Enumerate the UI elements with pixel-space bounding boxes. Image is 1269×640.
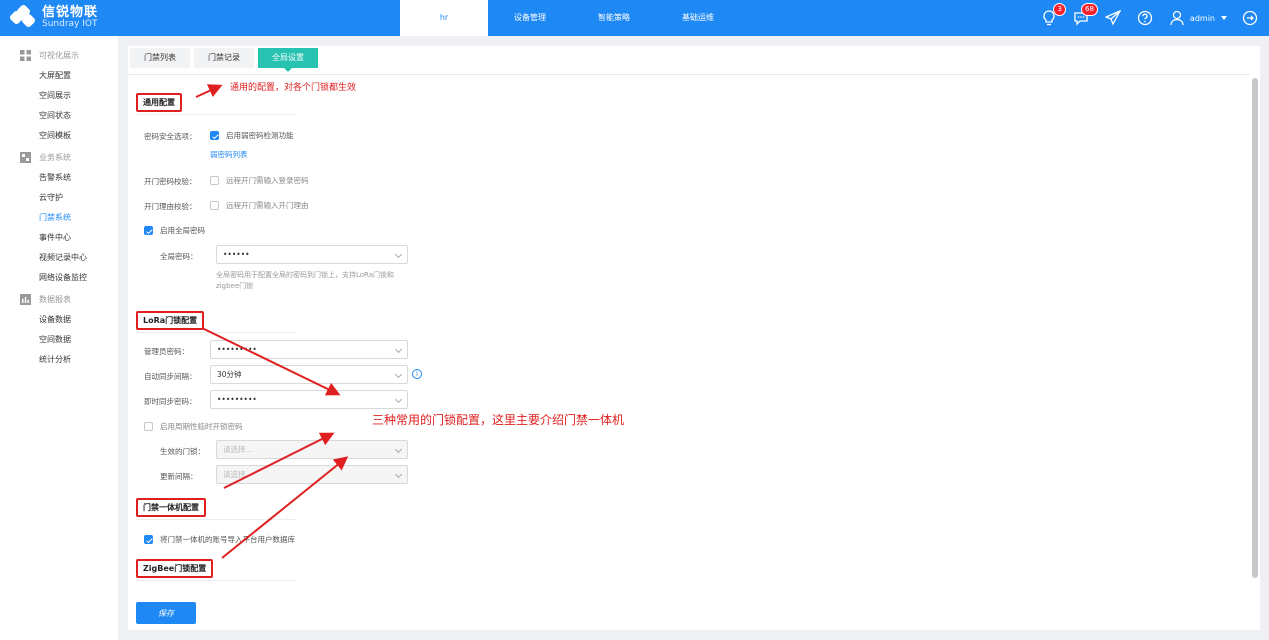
auto-sync-label: 自动同步间隔： — [144, 372, 197, 381]
tab-access-list[interactable]: 门禁列表 — [130, 48, 190, 68]
open-pwd-check[interactable]: 远程开门需输入登录密码 — [210, 175, 309, 186]
top-right-tools: 3 68 admin — [1026, 0, 1259, 36]
sidebar-item-event-center[interactable]: 事件中心 — [0, 228, 118, 248]
checkbox-unchecked[interactable] — [210, 201, 219, 210]
sidebar-item-space-status[interactable]: 空间状态 — [0, 106, 118, 126]
global-pwd-field[interactable]: •••••• — [216, 245, 408, 264]
section-title-zigbee: ZigBee门锁配置 — [136, 559, 214, 578]
main-nav: hr 设备管理 智能策略 基础运维 — [400, 0, 740, 36]
sidebar-item-network-monitor[interactable]: 网络设备监控 — [0, 268, 118, 288]
effective-lock-select[interactable]: 请选择... — [216, 440, 408, 459]
open-reason-check[interactable]: 远程开门需输入开门理由 — [210, 200, 309, 211]
logo-icon — [8, 3, 37, 30]
sidebar-group-visualization[interactable]: 可视化展示 — [0, 44, 118, 66]
nav-smart-strategy[interactable]: 智能策略 — [572, 0, 656, 36]
admin-pwd-label: 管理员密码： — [144, 347, 189, 356]
sidebar-group-label: 数据报表 — [39, 294, 71, 304]
chevron-down-icon — [394, 470, 403, 479]
checkbox-checked[interactable] — [210, 131, 219, 140]
enable-temp-pwd[interactable]: 启用周期性临时开锁密码 — [144, 421, 243, 432]
pwd-security-label: 密码安全选项： — [144, 132, 197, 141]
nav-basic-ops[interactable]: 基础运维 — [656, 0, 740, 36]
section-title-access: 门禁一体机配置 — [136, 498, 206, 517]
settings-content: 通用配置 密码安全选项： 启用弱密码检测功能 弱密码列表 开门密码校验： 远程开… — [128, 74, 1250, 630]
info-icon[interactable]: i — [412, 369, 422, 379]
sidebar-item-space-display[interactable]: 空间展示 — [0, 86, 118, 106]
chevron-down-icon[interactable] — [1221, 16, 1227, 20]
tab-global-settings[interactable]: 全局设置 — [258, 48, 318, 72]
section-divider — [136, 114, 296, 115]
section-divider — [136, 519, 296, 520]
send-icon[interactable] — [1104, 9, 1122, 27]
chevron-down-icon — [394, 250, 403, 259]
instant-sync-label: 即时同步密码： — [144, 397, 197, 406]
message-icon[interactable]: 68 — [1072, 3, 1098, 27]
section-divider — [136, 580, 296, 581]
open-pwd-check-label: 开门密码校验： — [144, 177, 197, 186]
update-interval-select[interactable]: 请选择 — [216, 465, 408, 484]
section-title-lora: LoRa门锁配置 — [136, 311, 205, 330]
section-divider — [136, 332, 296, 333]
bulb-badge: 3 — [1053, 3, 1066, 16]
chevron-down-icon — [394, 370, 403, 379]
chevron-down-icon — [394, 395, 403, 404]
sidebar-item-space-template[interactable]: 空间模板 — [0, 126, 118, 146]
checkbox-checked[interactable] — [144, 535, 153, 544]
user-name[interactable]: admin — [1190, 14, 1215, 23]
brand-subtitle: Sundray IOT — [42, 19, 98, 30]
scrollbar[interactable] — [1252, 78, 1258, 578]
tab-access-records[interactable]: 门禁记录 — [194, 48, 254, 68]
sidebar-item-alarm[interactable]: 告警系统 — [0, 168, 118, 188]
user-icon[interactable] — [1168, 9, 1186, 27]
top-bar: 信锐物联 Sundray IOT hr 设备管理 智能策略 基础运维 3 68 … — [0, 0, 1269, 36]
global-pwd-label: 全局密码： — [160, 252, 198, 261]
instant-sync-field[interactable]: ••••••••• — [210, 390, 408, 409]
sidebar-item-device-data[interactable]: 设备数据 — [0, 310, 118, 330]
sidebar-item-video-records[interactable]: 视频记录中心 — [0, 248, 118, 268]
chevron-down-icon — [394, 445, 403, 454]
sidebar-item-statistics[interactable]: 统计分析 — [0, 350, 118, 370]
annotation-lock-types: 三种常用的门锁配置，这里主要介绍门禁一体机 — [372, 413, 625, 427]
weak-pwd-list-link[interactable]: 弱密码列表 — [210, 149, 248, 160]
main-panel: 门禁列表 门禁记录 全局设置 通用配置 密码安全选项： 启用弱密码检测功能 弱密… — [128, 46, 1260, 630]
chart-icon — [20, 293, 31, 305]
weak-pwd-check[interactable]: 启用弱密码检测功能 — [210, 130, 294, 141]
open-reason-check-label: 开门理由校验： — [144, 202, 197, 211]
save-button[interactable]: 保存 — [136, 602, 196, 624]
update-interval-label: 更新间隔： — [160, 472, 198, 481]
sidebar-item-space-data[interactable]: 空间数据 — [0, 330, 118, 350]
sidebar-item-cloud-guard[interactable]: 云守护 — [0, 188, 118, 208]
business-icon — [20, 151, 31, 163]
section-title-general: 通用配置 — [136, 93, 182, 112]
chevron-down-icon — [394, 345, 403, 354]
effective-lock-label: 生效的门锁： — [160, 447, 205, 456]
sidebar-item-access-control[interactable]: 门禁系统 — [0, 208, 118, 228]
enable-global-pwd[interactable]: 启用全局密码 — [144, 225, 205, 236]
admin-pwd-field[interactable]: ••••••••• — [210, 340, 408, 359]
tab-bar: 门禁列表 门禁记录 全局设置 — [130, 48, 322, 72]
annotation-general: 通用的配置，对各个门锁都生效 — [230, 83, 357, 93]
sidebar-group-label: 可视化展示 — [39, 50, 79, 60]
global-pwd-hint: 全局密码用于配置全局的密码到门锁上，支持LoRa门锁和zigbee门锁 — [216, 271, 395, 290]
auto-sync-select[interactable]: 30分钟 — [210, 365, 408, 384]
nav-hr[interactable]: hr — [400, 0, 488, 36]
logout-icon[interactable] — [1241, 9, 1259, 27]
bulb-icon[interactable]: 3 — [1040, 3, 1066, 27]
sidebar-group-label: 业务系统 — [39, 152, 71, 162]
sidebar-group-business[interactable]: 业务系统 — [0, 146, 118, 168]
sidebar-item-screen-config[interactable]: 大屏配置 — [0, 66, 118, 86]
brand-name: 信锐物联 — [42, 4, 99, 20]
import-accounts-check[interactable]: 将门禁一体机的账号导入平台用户数据库 — [144, 534, 295, 545]
nav-device-management[interactable]: 设备管理 — [488, 0, 572, 36]
message-badge: 68 — [1081, 3, 1098, 16]
checkbox-checked[interactable] — [144, 226, 153, 235]
brand-logo[interactable]: 信锐物联 Sundray IOT — [8, 3, 99, 32]
checkbox-unchecked[interactable] — [144, 422, 153, 431]
sidebar-group-reports[interactable]: 数据报表 — [0, 288, 118, 310]
help-icon[interactable] — [1136, 9, 1154, 27]
sidebar: 可视化展示 大屏配置 空间展示 空间状态 空间模板 业务系统 告警系统 云守护 … — [0, 36, 118, 640]
checkbox-unchecked[interactable] — [210, 176, 219, 185]
grid-icon — [20, 49, 31, 61]
